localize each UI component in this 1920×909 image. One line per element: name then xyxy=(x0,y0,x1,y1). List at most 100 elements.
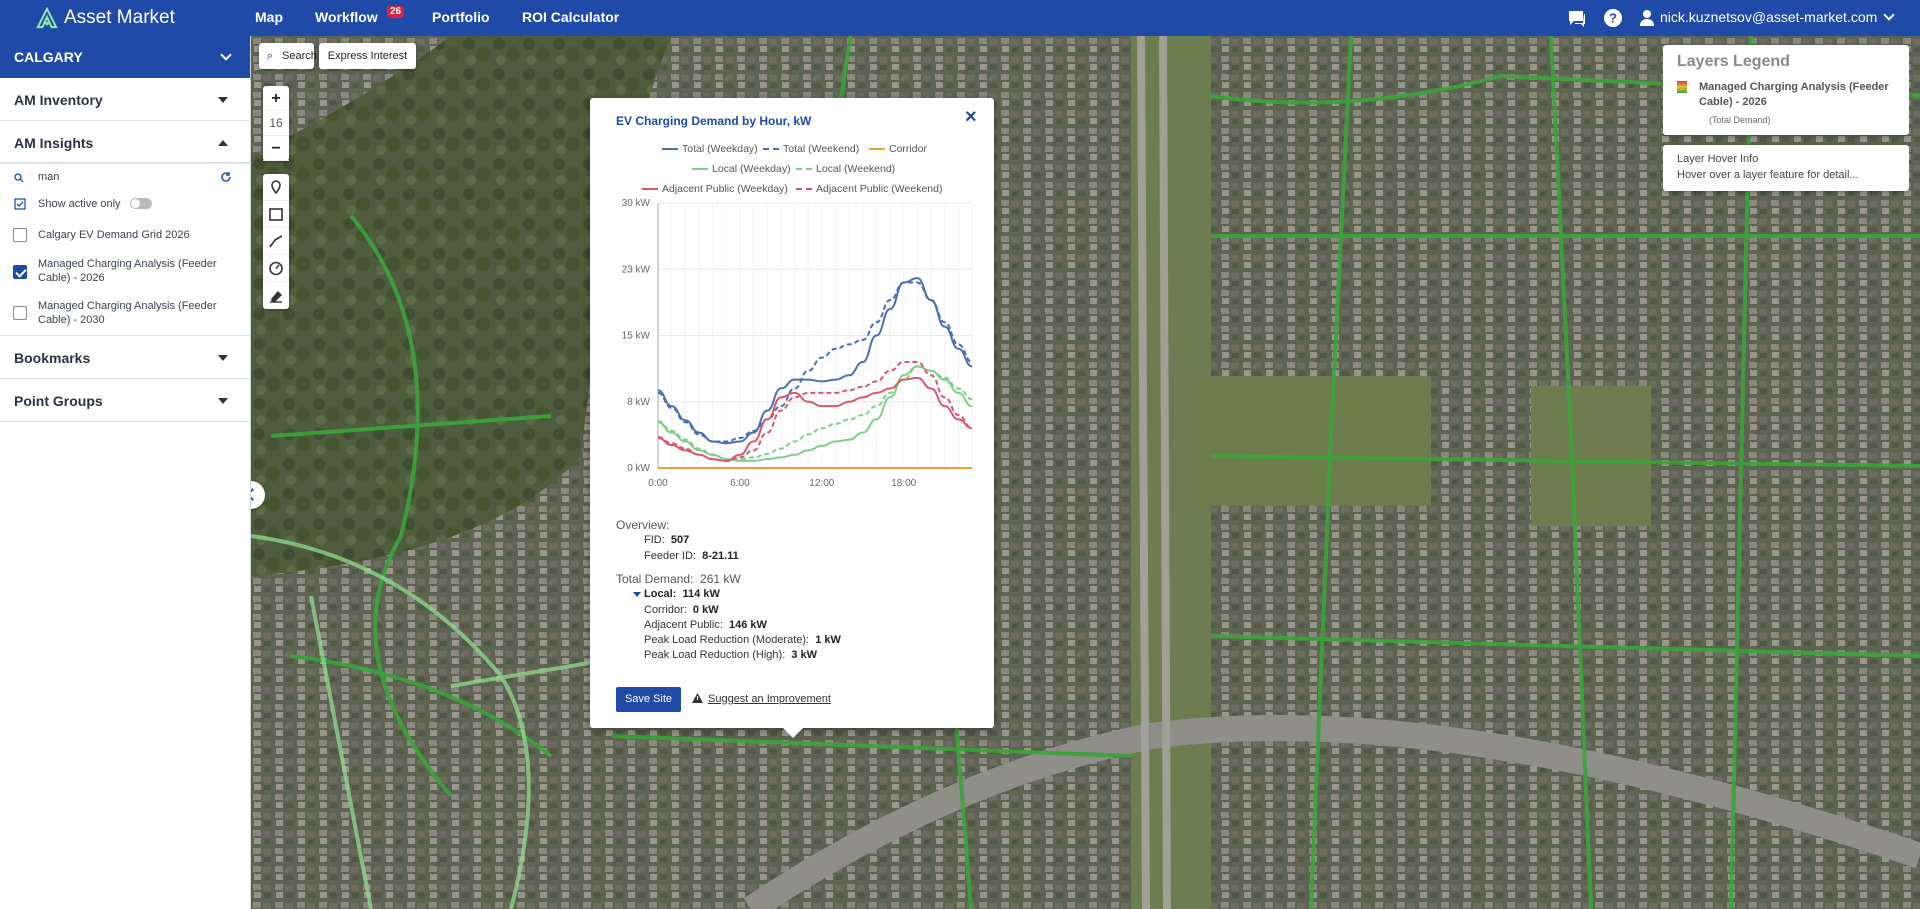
asset-market-logo-icon xyxy=(36,7,58,29)
radius-icon xyxy=(269,261,283,276)
layer-item[interactable]: Calgary EV Demand Grid 2026 xyxy=(0,218,250,252)
overview-heading: Overview: xyxy=(616,518,670,532)
layer-label: Managed Charging Analysis (Feeder Cable)… xyxy=(38,300,217,326)
top-bar: Asset Market Map Workflow 26 Portfolio R… xyxy=(0,0,1920,36)
legend-item[interactable]: Corridor xyxy=(869,143,927,155)
expand-caret-icon xyxy=(633,591,641,597)
nav-roi-calculator[interactable]: ROI Calculator xyxy=(522,9,619,25)
section-label: AM Inventory xyxy=(14,92,103,108)
legend-item[interactable]: Total (Weekend) xyxy=(763,143,859,155)
chart-title: EV Charging Demand by Hour, kW xyxy=(616,114,812,128)
feature-popup: EV Charging Demand by Hour, kW × Total (… xyxy=(590,98,994,738)
legend-item[interactable]: Local (Weekday) xyxy=(692,163,791,175)
nav-portfolio[interactable]: Portfolio xyxy=(432,9,490,25)
draw-rectangle-button[interactable] xyxy=(263,201,289,228)
city-selector[interactable]: CALGARY xyxy=(0,36,250,78)
y-tick-label: 23 kW xyxy=(622,264,651,275)
local-row[interactable]: Local: 114 kW xyxy=(633,588,720,600)
svg-text:?: ? xyxy=(1609,11,1617,26)
zoom-level: 16 xyxy=(263,111,289,136)
y-tick-label: 15 kW xyxy=(622,331,651,342)
eraser-icon xyxy=(270,291,282,303)
draw-line-button[interactable] xyxy=(263,228,289,255)
section-label: Point Groups xyxy=(14,393,103,409)
section-am-inventory[interactable]: AM Inventory xyxy=(0,78,250,121)
brand-logo[interactable]: Asset Market xyxy=(36,6,175,30)
city-name: CALGARY xyxy=(14,49,83,65)
save-site-button[interactable]: Save Site xyxy=(616,687,681,712)
workflow-count-badge: 26 xyxy=(387,6,405,18)
chat-icon[interactable] xyxy=(1566,7,1588,29)
caret-down-icon xyxy=(218,97,228,103)
map-search-button[interactable]: ⌕ Search xyxy=(259,43,317,69)
y-tick-label: 30 kW xyxy=(622,198,651,209)
nav-workflow[interactable]: Workflow xyxy=(315,9,378,25)
hover-title: Layer Hover Info xyxy=(1677,153,1759,165)
x-tick-label: 12:00 xyxy=(809,478,834,489)
layer-label: Managed Charging Analysis (Feeder Cable)… xyxy=(38,258,217,284)
rectangle-icon xyxy=(269,208,283,221)
caret-down-icon xyxy=(218,355,228,361)
suggest-improvement-link[interactable]: Suggest an Improvement xyxy=(708,693,831,705)
zoom-control: + 16 − xyxy=(263,86,289,161)
x-tick-label: 6:00 xyxy=(730,478,750,489)
series-line xyxy=(657,277,973,445)
refresh-icon[interactable] xyxy=(220,171,232,183)
feeder-row: Feeder ID: 8-21.11 xyxy=(644,550,739,562)
legend-gradient-swatch xyxy=(1677,81,1687,93)
legend-item[interactable]: Local (Weekend) xyxy=(796,163,895,175)
section-label: Bookmarks xyxy=(14,350,91,366)
legend-item[interactable]: Total (Weekday) xyxy=(662,143,758,155)
brand-name: Asset Market xyxy=(64,7,175,28)
draw-point-button[interactable] xyxy=(263,174,289,201)
plr-moderate-row: Peak Load Reduction (Moderate): 1 kW xyxy=(644,634,841,646)
layer-item[interactable]: Managed Charging Analysis (Feeder Cable)… xyxy=(0,252,250,292)
zoom-out-button[interactable]: − xyxy=(263,136,289,161)
layer-item[interactable]: Managed Charging Analysis (Feeder Cable)… xyxy=(0,292,250,336)
user-icon xyxy=(1640,10,1654,26)
plr-high-row: Peak Load Reduction (High): 3 kW xyxy=(644,649,818,661)
user-menu-chevron-icon[interactable] xyxy=(1883,9,1895,21)
legend-layer-sub: (Total Demand) xyxy=(1709,115,1771,125)
draw-radius-button[interactable] xyxy=(263,255,289,282)
warning-icon xyxy=(692,693,703,703)
section-am-insights[interactable]: AM Insights xyxy=(0,121,250,164)
help-icon[interactable]: ? xyxy=(1602,7,1624,29)
legend-item[interactable]: Adjacent Public (Weekday) xyxy=(642,183,788,195)
nav-map[interactable]: Map xyxy=(255,9,283,25)
section-label: AM Insights xyxy=(14,135,94,151)
x-tick-label: 0:00 xyxy=(648,478,668,489)
layer-checkbox[interactable] xyxy=(13,306,27,320)
search-input[interactable]: man xyxy=(38,171,59,183)
chevron-down-icon xyxy=(220,49,232,61)
map-search-label: Search xyxy=(282,50,317,62)
layer-checkbox[interactable] xyxy=(13,265,27,279)
polyline-icon xyxy=(269,235,283,248)
express-interest-button[interactable]: Express Interest xyxy=(319,43,416,69)
erase-button[interactable] xyxy=(263,282,289,309)
layer-checkbox[interactable] xyxy=(13,228,27,242)
search-icon xyxy=(14,173,24,183)
section-bookmarks[interactable]: Bookmarks xyxy=(0,336,250,379)
series-line xyxy=(657,281,973,443)
show-active-row: Show active only xyxy=(0,190,250,218)
corridor-row: Corridor: 0 kW xyxy=(644,604,719,616)
search-icon: ⌕ xyxy=(267,50,274,62)
x-tick-label: 18:00 xyxy=(891,478,916,489)
map-pin-icon xyxy=(271,180,281,195)
map-canvas[interactable]: ⌕ Search Express Interest + 16 − Layers … xyxy=(251,36,1920,909)
legend-layer-name: Managed Charging Analysis (Feeder Cable)… xyxy=(1699,81,1889,108)
show-active-label: Show active only xyxy=(38,198,121,210)
section-point-groups[interactable]: Point Groups xyxy=(0,379,250,422)
show-active-toggle[interactable] xyxy=(130,198,152,209)
layers-legend: Layers Legend Managed Charging Analysis … xyxy=(1663,45,1909,135)
user-menu[interactable]: nick.kuznetsov@asset-market.com xyxy=(1660,9,1877,25)
layer-search: man xyxy=(0,164,250,190)
hover-text: Hover over a layer feature for detail... xyxy=(1677,169,1859,181)
series-line xyxy=(657,361,973,462)
checklist-icon xyxy=(14,198,26,210)
zoom-in-button[interactable]: + xyxy=(263,86,289,111)
legend-item[interactable]: Adjacent Public (Weekend) xyxy=(796,183,942,195)
close-icon[interactable]: × xyxy=(965,106,977,129)
demand-line-chart: 0 kW 8 kW 15 kW 23 kW 30 kW 0:00 6:00 12:00 18:0… xyxy=(622,198,973,489)
